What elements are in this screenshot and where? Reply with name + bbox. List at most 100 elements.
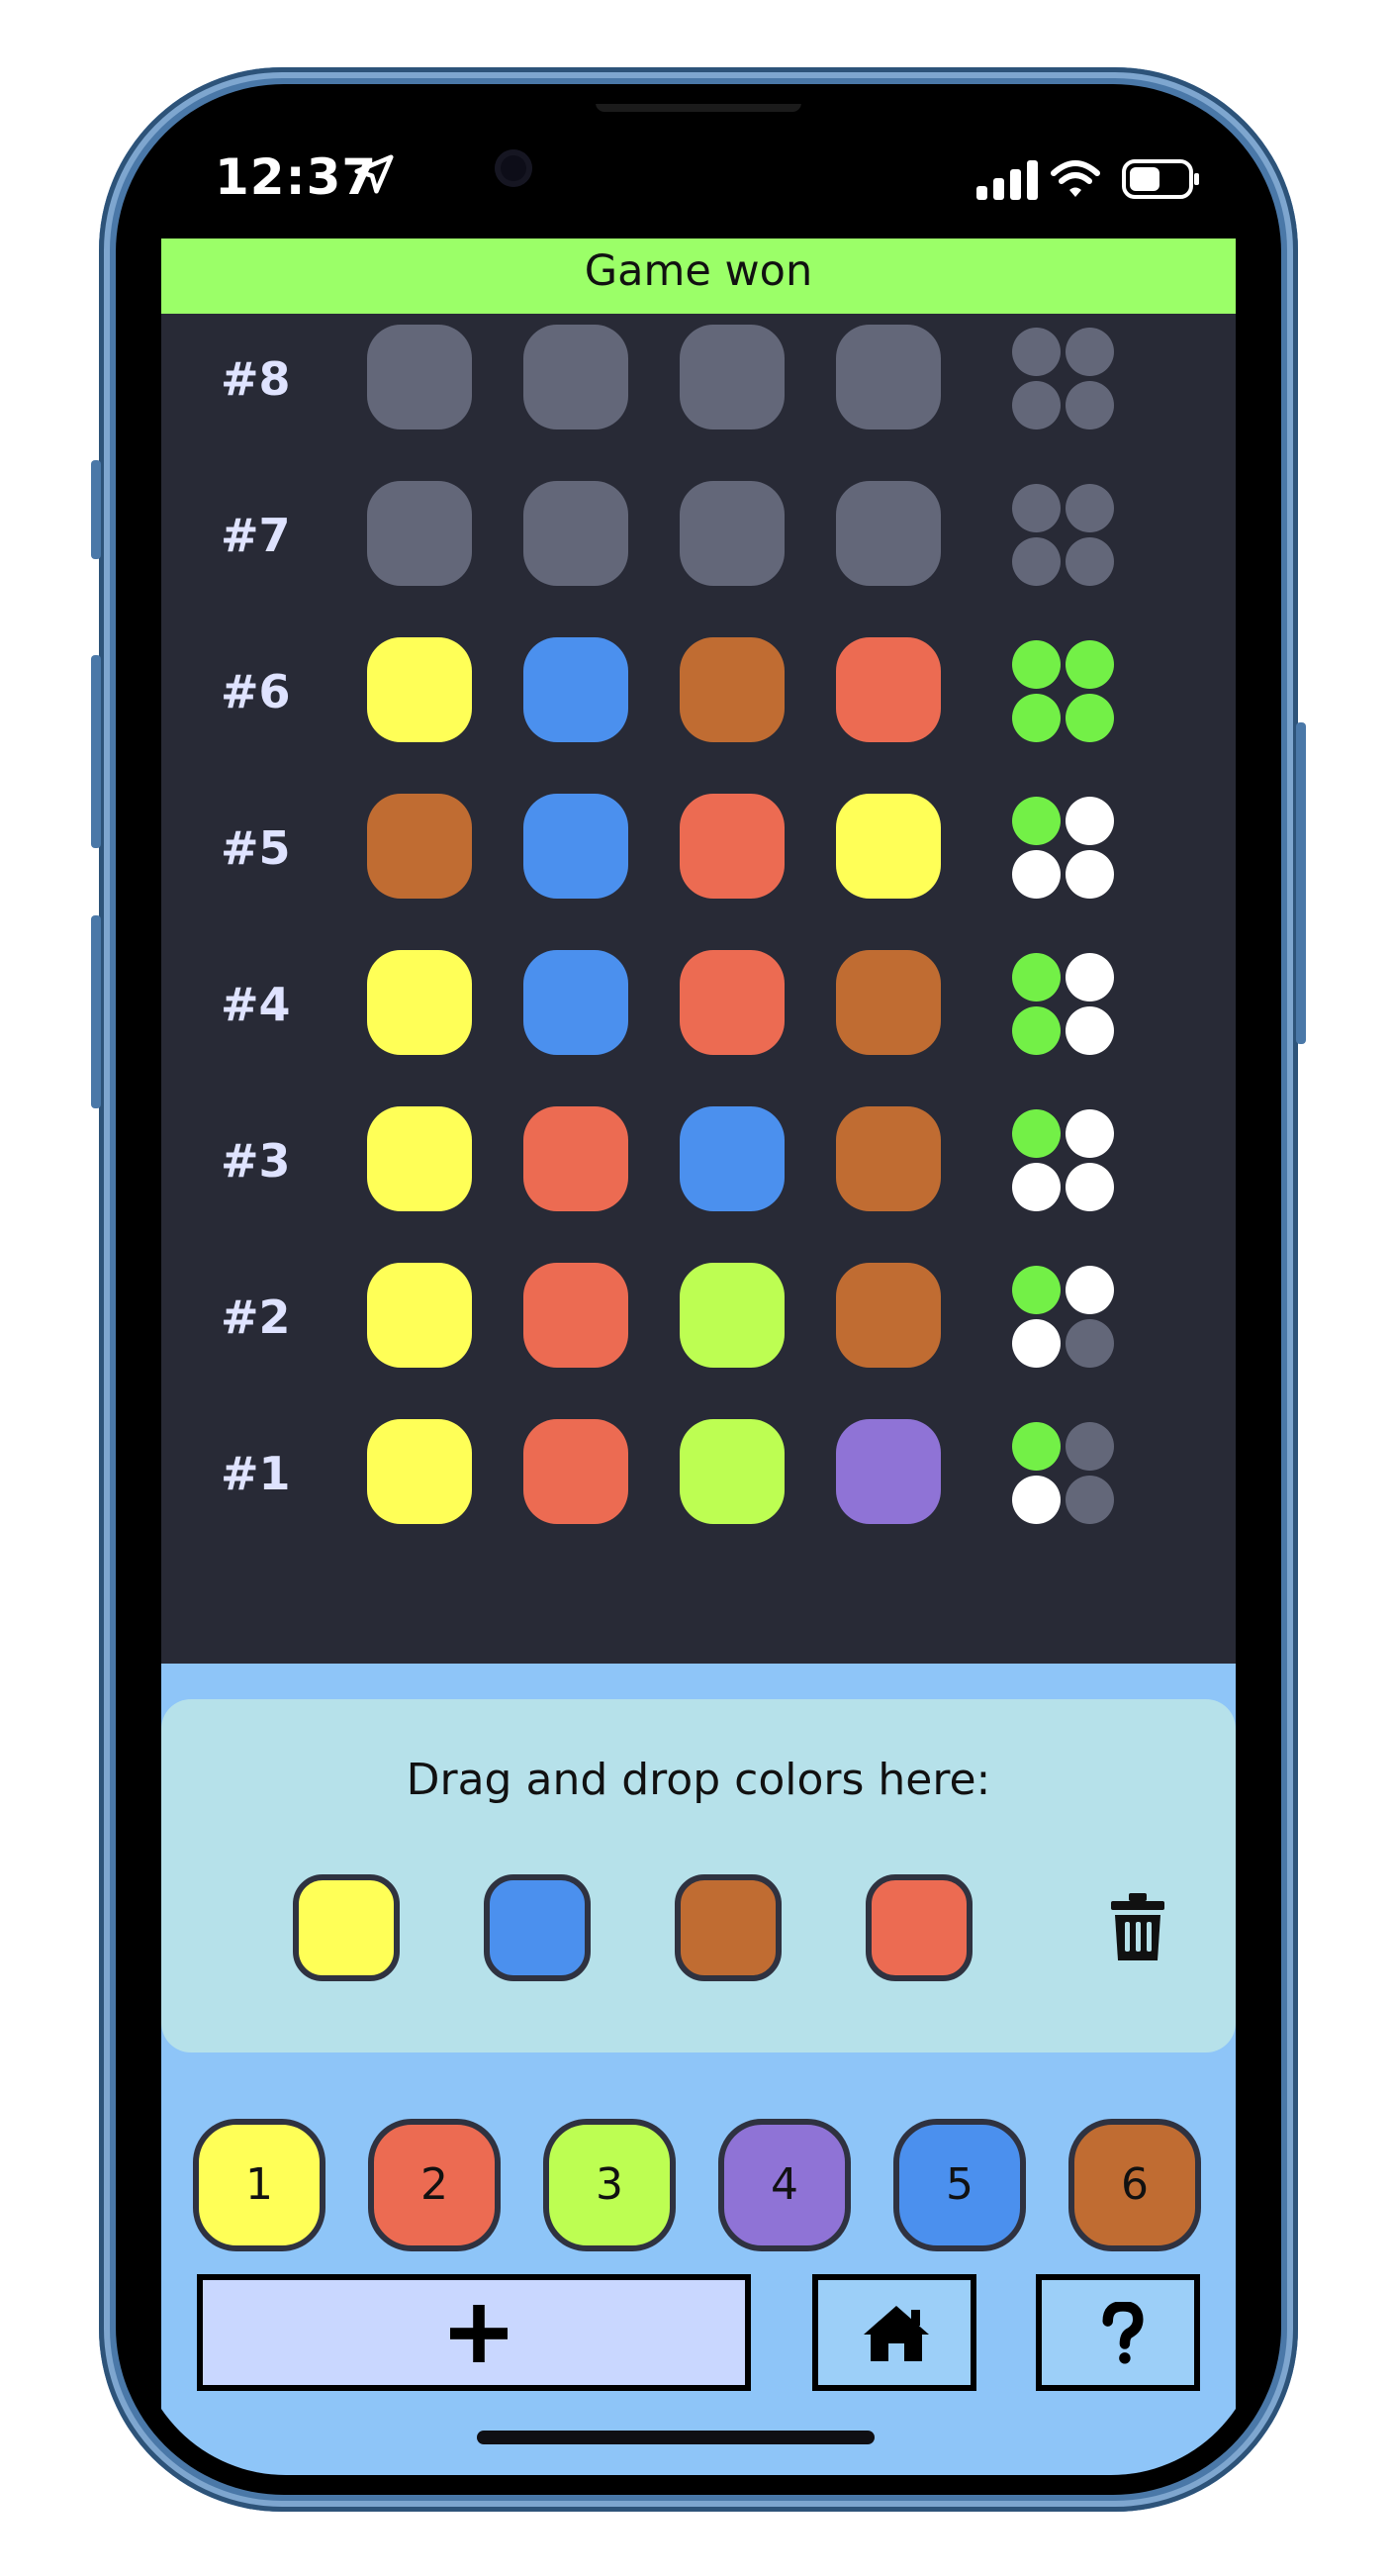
palette-color-purple[interactable]: 4 bbox=[718, 2119, 851, 2251]
home-button[interactable] bbox=[812, 2274, 976, 2391]
feedback-pin-none bbox=[1066, 1422, 1114, 1471]
guess-peg-empty bbox=[836, 325, 941, 429]
drop-slot-1[interactable] bbox=[293, 1874, 400, 1981]
game-status-banner: Game won bbox=[161, 239, 1236, 314]
guess-peg-blue bbox=[523, 794, 628, 899]
palette-color-yellow[interactable]: 1 bbox=[193, 2119, 325, 2251]
guess-peg-red bbox=[836, 637, 941, 742]
game-app: #9#8#7#6#5#4#3#2#1 Game won Drag and dro… bbox=[161, 239, 1236, 2475]
feedback-pins bbox=[1012, 953, 1115, 1056]
feedback-pin-none bbox=[1012, 537, 1061, 586]
feedback-pin-none bbox=[1066, 328, 1114, 376]
guess-peg-empty bbox=[367, 481, 472, 586]
guess-peg-blue bbox=[680, 1106, 785, 1211]
feedback-pin-color bbox=[1012, 1319, 1061, 1368]
feedback-pin-exact bbox=[1012, 640, 1061, 689]
palette-color-lime[interactable]: 3 bbox=[543, 2119, 676, 2251]
guess-peg-yellow bbox=[367, 950, 472, 1055]
guess-peg-yellow bbox=[367, 637, 472, 742]
guess-peg-yellow bbox=[367, 1263, 472, 1368]
guess-peg-red bbox=[523, 1106, 628, 1211]
guess-peg-brown bbox=[836, 1263, 941, 1368]
speaker bbox=[596, 104, 801, 112]
guess-peg-red bbox=[523, 1263, 628, 1368]
feedback-pin-color bbox=[1066, 1163, 1114, 1211]
feedback-pin-color bbox=[1066, 1109, 1114, 1158]
wifi-icon bbox=[1051, 160, 1100, 197]
plus-icon bbox=[450, 2305, 508, 2362]
feedback-pin-exact bbox=[1012, 953, 1061, 1002]
drop-slot-3[interactable] bbox=[675, 1874, 782, 1981]
guess-row: #1 bbox=[161, 1419, 1236, 1528]
palette-color-brown[interactable]: 6 bbox=[1068, 2119, 1201, 2251]
feedback-pin-exact bbox=[1012, 797, 1061, 845]
guess-peg-brown bbox=[680, 637, 785, 742]
feedback-pin-exact bbox=[1012, 1109, 1061, 1158]
feedback-pin-none bbox=[1012, 484, 1061, 532]
feedback-pins bbox=[1012, 328, 1115, 430]
battery-icon bbox=[1122, 159, 1199, 199]
guess-peg-empty bbox=[367, 325, 472, 429]
trash-icon[interactable] bbox=[1109, 1893, 1166, 1960]
guess-board: #9#8#7#6#5#4#3#2#1 bbox=[161, 239, 1236, 1664]
feedback-pin-none bbox=[1012, 381, 1061, 429]
guess-peg-empty bbox=[836, 481, 941, 586]
guess-peg-blue bbox=[523, 950, 628, 1055]
palette-color-red[interactable]: 2 bbox=[368, 2119, 501, 2251]
feedback-pin-color bbox=[1066, 850, 1114, 899]
side-button bbox=[91, 460, 101, 559]
feedback-pins bbox=[1012, 1422, 1115, 1525]
feedback-pin-none bbox=[1066, 1319, 1114, 1368]
guess-peg-red bbox=[680, 950, 785, 1055]
guess-peg-yellow bbox=[367, 1419, 472, 1524]
feedback-pins bbox=[1012, 1266, 1115, 1369]
add-guess-button[interactable] bbox=[197, 2274, 751, 2391]
guess-row: #6 bbox=[161, 637, 1236, 746]
feedback-pin-exact bbox=[1012, 1422, 1061, 1471]
feedback-pin-exact bbox=[1012, 694, 1061, 742]
feedback-pin-color bbox=[1012, 1476, 1061, 1524]
guess-peg-yellow bbox=[836, 794, 941, 899]
guess-row-label: #3 bbox=[221, 1134, 291, 1188]
feedback-pin-color bbox=[1012, 850, 1061, 899]
palette-color-blue[interactable]: 5 bbox=[893, 2119, 1026, 2251]
feedback-pins bbox=[1012, 640, 1115, 743]
guess-row-label: #1 bbox=[221, 1447, 291, 1500]
guess-peg-lime bbox=[680, 1263, 785, 1368]
guess-peg-yellow bbox=[367, 1106, 472, 1211]
feedback-pins bbox=[1012, 1109, 1115, 1212]
feedback-pin-exact bbox=[1066, 694, 1114, 742]
front-camera bbox=[495, 149, 532, 187]
feedback-pins bbox=[1012, 797, 1115, 900]
guess-peg-empty bbox=[680, 325, 785, 429]
guess-row: #3 bbox=[161, 1106, 1236, 1215]
drop-slot-4[interactable] bbox=[866, 1874, 973, 1981]
feedback-pins bbox=[1012, 484, 1115, 587]
feedback-pin-none bbox=[1066, 484, 1114, 532]
guess-row-label: #2 bbox=[221, 1290, 291, 1344]
guess-row: #5 bbox=[161, 794, 1236, 903]
feedback-pin-none bbox=[1066, 381, 1114, 429]
feedback-pin-none bbox=[1066, 1476, 1114, 1524]
feedback-pin-color bbox=[1066, 1006, 1114, 1055]
volume-up-button bbox=[91, 655, 101, 848]
power-button bbox=[1296, 722, 1306, 1044]
drop-zone[interactable]: Drag and drop colors here: bbox=[161, 1699, 1236, 2052]
help-button[interactable] bbox=[1036, 2274, 1200, 2391]
guess-peg-empty bbox=[523, 481, 628, 586]
home-indicator[interactable] bbox=[477, 2431, 875, 2444]
drop-zone-title: Drag and drop colors here: bbox=[406, 1755, 991, 1805]
drop-slot-2[interactable] bbox=[484, 1874, 591, 1981]
guess-row-label: #7 bbox=[221, 509, 291, 562]
guess-row-label: #5 bbox=[221, 821, 291, 875]
guess-row-label: #4 bbox=[221, 978, 291, 1031]
location-arrow-icon bbox=[354, 154, 394, 194]
question-icon bbox=[1102, 2302, 1144, 2364]
guess-row: #2 bbox=[161, 1263, 1236, 1372]
feedback-pin-color bbox=[1066, 953, 1114, 1002]
status-bar: 12:37 bbox=[136, 104, 1261, 242]
volume-down-button bbox=[91, 915, 101, 1108]
guess-peg-red bbox=[680, 794, 785, 899]
cellular-signal-icon bbox=[976, 160, 1038, 200]
feedback-pin-exact bbox=[1012, 1006, 1061, 1055]
